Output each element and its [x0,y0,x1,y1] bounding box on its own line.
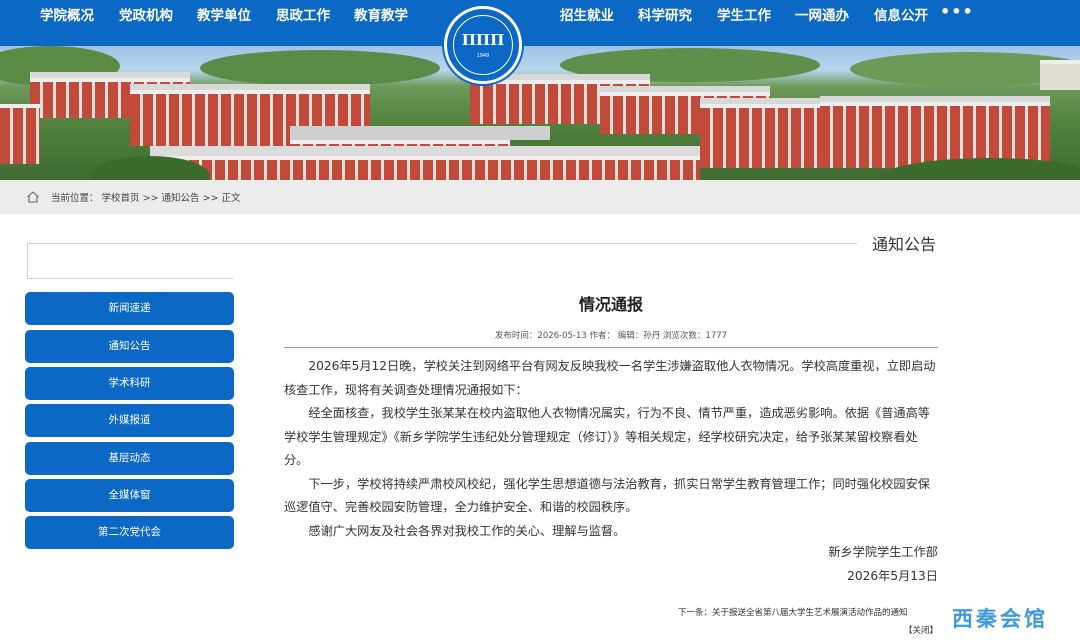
breadcrumb-separator: >> [142,193,162,204]
breadcrumb-home[interactable]: 学校首页 [102,193,140,204]
breadcrumb-label: 当前位置： [51,193,99,204]
sidebar-item-academic-research[interactable]: 学术科研 [25,367,234,400]
logo-year: 1949 [476,53,490,59]
university-logo[interactable]: ΠΠΠ 1949 [444,6,522,84]
next-article-link[interactable]: 下一条：关于报送全省第八届大学生艺术展演活动作品的通知 [678,606,908,618]
article-title: 情况通报 [578,295,643,314]
sidebar-item-media-reports[interactable]: 外媒报道 [25,404,234,437]
section-title: 通知公告 [872,235,937,254]
top-navigation: 学院概况 党政机构 教学单位 思政工作 教育教学 招生就业 科学研究 学生工作 … [0,0,1080,46]
nav-item-teaching-units[interactable]: 教学单位 [197,0,251,32]
campus-banner-image [0,46,1080,180]
nav-item-student-affairs[interactable]: 学生工作 [717,0,771,32]
sidebar-item-news[interactable]: 新闻速递 [25,292,234,325]
breadcrumb-current: 正文 [221,193,241,204]
nav-item-info-disclosure[interactable]: 信息公开 [874,0,928,32]
article-signature: 新乡学院学生工作部 [828,545,938,559]
nav-item-party-admin[interactable]: 党政机构 [119,0,173,32]
article-divider [284,347,938,348]
article-paragraph: 下一步，学校将持续严肃校风校纪，强化学生思想道德与法治教育，抓实日常学生教育管理… [284,476,930,515]
nav-item-admissions[interactable]: 招生就业 [560,0,614,32]
sidebar-header-box [27,243,233,279]
article-paragraph: 经全面核查，我校学生张某某在校内盗取他人衣物情况属实，行为不良、情节严重，造成恶… [284,406,930,467]
breadcrumb-separator: >> [202,193,222,204]
nav-item-research[interactable]: 科学研究 [638,0,692,32]
breadcrumb: 当前位置： 学校首页 >> 通知公告 >> 正文 [0,180,1080,214]
sidebar-item-grassroots[interactable]: 基层动态 [25,442,234,475]
breadcrumb-notices[interactable]: 通知公告 [162,193,200,204]
sidebar-item-party-congress[interactable]: 第二次党代会 [25,516,234,549]
more-menu-icon[interactable]: ••• [940,2,974,21]
article-paragraph: 2026年5月12日晚，学校关注到网络平台有网友反映我校一名学生涉嫌盗取他人衣物… [284,359,936,397]
sidebar-item-all-media[interactable]: 全媒体窗 [25,479,234,512]
article-body: 2026年5月12日晚，学校关注到网络平台有网友反映我校一名学生涉嫌盗取他人衣物… [284,355,938,543]
sidebar-item-notices[interactable]: 通知公告 [25,330,234,363]
nav-item-college-overview[interactable]: 学院概况 [40,0,94,32]
nav-item-ideological-work[interactable]: 思政工作 [276,0,330,32]
nav-item-one-stop-service[interactable]: 一网通办 [795,0,849,32]
article-meta: 发布时间：2026-05-13 作者： 编辑：孙丹 浏览次数：1777 [494,331,728,341]
watermark: 西秦会馆 [952,607,1048,631]
article-paragraph: 感谢广大网友及社会各界对我校工作的关心、理解与监督。 [308,523,626,538]
nav-item-education[interactable]: 教育教学 [354,0,408,32]
home-icon[interactable] [26,190,40,204]
close-link[interactable]: 【关闭】 [904,624,938,636]
logo-mark: ΠΠΠ [461,31,505,49]
article-date: 2026年5月13日 [847,569,938,583]
